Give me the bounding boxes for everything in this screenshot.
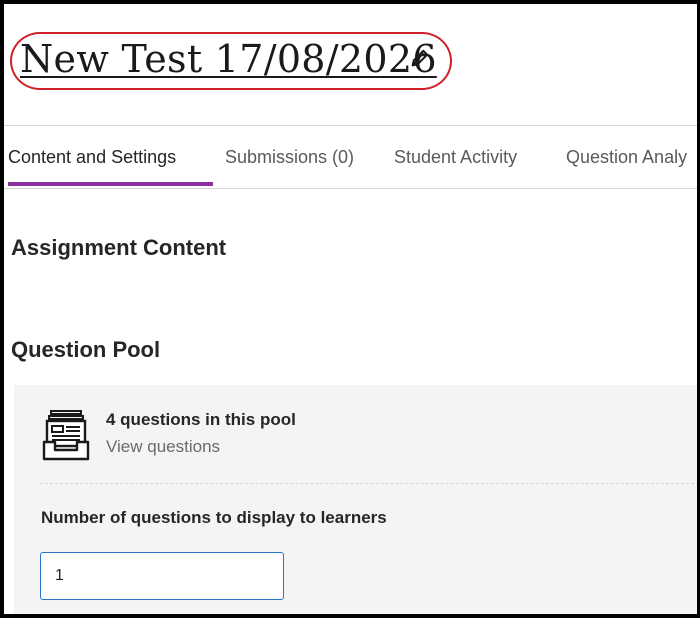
question-pool-heading: Question Pool <box>11 337 161 362</box>
screenshot-frame: New Test 17/08/2026 Content and Settings… <box>0 0 700 618</box>
tab-content-and-settings[interactable]: Content and Settings <box>8 126 176 188</box>
tab-bar: Content and Settings Submissions (0) Stu… <box>4 125 697 189</box>
question-pool-icon <box>42 410 90 461</box>
pool-question-count: 4 questions in this pool <box>106 410 296 429</box>
tab-label: Student Activity <box>394 146 518 167</box>
tab-label: Content and Settings <box>8 146 177 167</box>
assignment-content-heading: Assignment Content <box>11 235 227 260</box>
questions-to-display-input[interactable] <box>40 552 284 600</box>
pencil-icon[interactable] <box>409 47 431 69</box>
view-questions-link[interactable]: View questions <box>106 437 220 457</box>
tab-submissions[interactable]: Submissions (0) <box>225 126 354 188</box>
pool-divider <box>40 483 697 484</box>
tab-question-analysis[interactable]: Question Analy <box>566 126 687 188</box>
page-title[interactable]: New Test 17/08/2026 <box>20 37 437 81</box>
tab-label: Question Analy <box>566 146 688 167</box>
active-tab-indicator <box>8 182 213 186</box>
questions-to-display-label: Number of questions to display to learne… <box>41 508 387 527</box>
tab-student-activity[interactable]: Student Activity <box>394 126 517 188</box>
title-highlight: New Test 17/08/2026 <box>10 32 452 90</box>
tab-label: Submissions (0) <box>225 146 355 167</box>
